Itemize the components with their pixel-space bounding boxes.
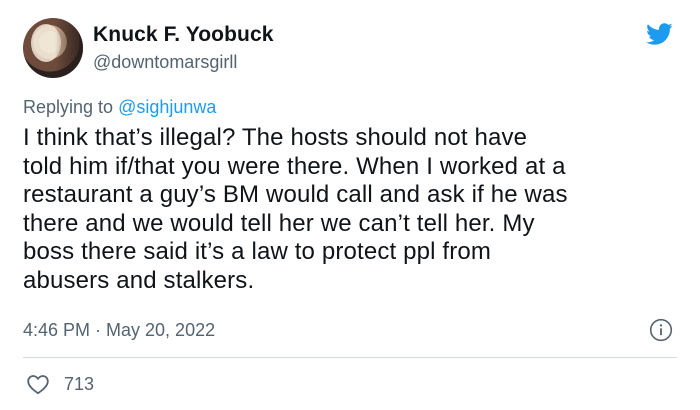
twitter-bird-icon[interactable]	[642, 20, 676, 48]
tweet-text: I think that’s illegal? The hosts should…	[23, 124, 568, 294]
author-display-name[interactable]: Knuck F. Yoobuck	[93, 23, 274, 47]
tweet-card: Knuck F. Yoobuck @downtomarsgirll Replyi…	[0, 0, 700, 410]
replying-to-prefix: Replying to	[23, 97, 119, 117]
avatar-shade-shape	[55, 18, 83, 78]
info-icon[interactable]	[649, 318, 673, 342]
replying-to-line: Replying to @sighjunwa	[23, 97, 216, 118]
like-count: 713	[64, 374, 95, 394]
tweet-timestamp[interactable]: 4:46 PM · May 20, 2022	[23, 320, 215, 341]
reply-mention-link[interactable]: @sighjunwa	[118, 97, 216, 117]
author-handle[interactable]: @downtomarsgirll	[93, 52, 237, 73]
avatar[interactable]	[23, 18, 83, 78]
heart-icon[interactable]	[26, 373, 50, 395]
divider	[23, 357, 677, 358]
